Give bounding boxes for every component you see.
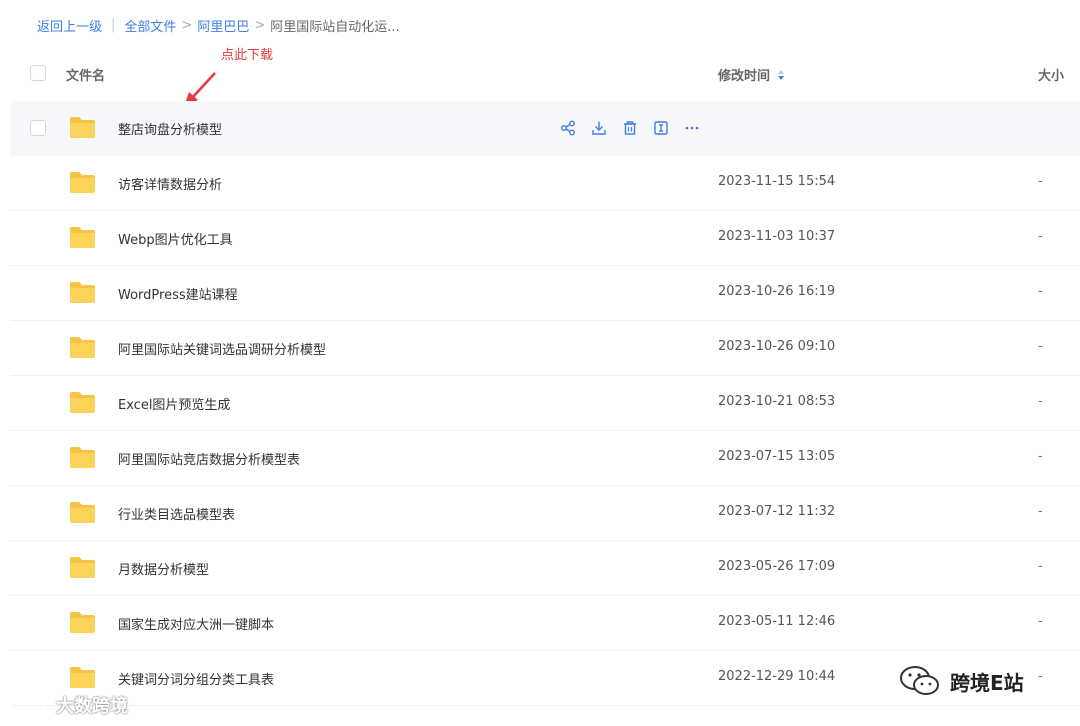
watermark-left-text: 大数跨境	[56, 696, 128, 717]
folder-icon[interactable]	[69, 611, 96, 634]
folder-icon[interactable]	[69, 446, 96, 469]
file-name[interactable]: Excel图片预览生成	[118, 394, 230, 413]
file-size: -	[1038, 669, 1043, 684]
file-row[interactable]: 行业类目选品模型表 2023-07-12 11:32 -	[10, 486, 1080, 541]
file-row[interactable]: WordPress建站课程 2023-10-26 16:19 -	[10, 266, 1080, 321]
file-modified: 2023-07-12 11:32	[718, 504, 836, 519]
breadcrumb-alibaba[interactable]: 阿里巴巴	[197, 16, 249, 35]
file-modified: 2023-11-15 15:54	[718, 174, 836, 189]
download-icon[interactable]	[591, 120, 607, 136]
wechat-icon	[900, 666, 939, 695]
file-name[interactable]: WordPress建站课程	[118, 284, 238, 303]
file-row[interactable]: Excel图片预览生成 2023-10-21 08:53 -	[10, 376, 1080, 431]
file-modified: 2023-11-03 10:37	[718, 229, 836, 244]
row-checkbox[interactable]	[30, 120, 46, 136]
file-row[interactable]: 国家生成对应大洲一键脚本 2023-05-11 12:46 -	[10, 596, 1080, 651]
watermark-logo-icon	[10, 697, 46, 713]
breadcrumb-all-files[interactable]: 全部文件	[124, 16, 176, 35]
breadcrumb-divider: |	[111, 17, 116, 33]
file-modified: 2022-12-29 10:44	[718, 669, 836, 684]
table-header: 文件名 修改时间 大小	[0, 56, 1080, 92]
folder-icon[interactable]	[69, 666, 96, 689]
file-modified: 2023-07-15 13:05	[718, 449, 836, 464]
folder-icon[interactable]	[69, 391, 96, 414]
file-row[interactable]: 阿里国际站关键词选品调研分析模型 2023-10-26 09:10 -	[10, 321, 1080, 376]
folder-icon[interactable]	[69, 501, 96, 524]
back-link[interactable]: 返回上一级	[37, 16, 102, 35]
breadcrumb-current: 阿里国际站自动化运...	[270, 19, 400, 35]
file-modified: 2023-05-26 17:09	[718, 559, 836, 574]
file-row[interactable]: 整店询盘分析模型	[10, 101, 1080, 156]
header-filename[interactable]: 文件名	[66, 65, 105, 84]
file-size: -	[1038, 614, 1043, 629]
file-modified: 2023-10-26 09:10	[718, 339, 836, 354]
file-row[interactable]: 访客详情数据分析 2023-11-15 15:54 -	[10, 156, 1080, 211]
folder-icon[interactable]	[69, 336, 96, 359]
file-name[interactable]: 阿里国际站关键词选品调研分析模型	[118, 339, 326, 358]
file-list: 整店询盘分析模型 访客详情数据分析 2023-11-15 15:54- Webp图片优…	[10, 101, 1080, 706]
file-size: -	[1038, 174, 1043, 189]
rename-icon[interactable]	[653, 120, 669, 136]
file-size: -	[1038, 339, 1043, 354]
row-actions	[560, 120, 700, 136]
breadcrumb-chevron-icon: >	[181, 17, 193, 33]
file-size: -	[1038, 559, 1043, 574]
breadcrumb-chevron-icon: >	[254, 17, 266, 33]
file-row[interactable]: 月数据分析模型 2023-05-26 17:09 -	[10, 541, 1080, 596]
file-modified: 2023-10-26 16:19	[718, 284, 836, 299]
breadcrumb: 返回上一级 | 全部文件 > 阿里巴巴 > 阿里国际站自动化运...	[37, 14, 400, 36]
watermark-right: 跨境E站	[898, 664, 1024, 698]
file-name[interactable]: 整店询盘分析模型	[118, 119, 222, 138]
file-name[interactable]: Webp图片优化工具	[118, 229, 233, 248]
header-modified[interactable]: 修改时间	[718, 65, 785, 84]
sort-icon[interactable]	[778, 69, 785, 80]
share-icon[interactable]	[560, 120, 576, 136]
watermark-right-text: 跨境E站	[950, 670, 1024, 695]
folder-icon[interactable]	[69, 556, 96, 579]
folder-icon[interactable]	[69, 116, 96, 139]
file-name[interactable]: 行业类目选品模型表	[118, 504, 235, 523]
file-name[interactable]: 月数据分析模型	[118, 559, 209, 578]
delete-icon[interactable]	[622, 120, 638, 136]
header-modified-label: 修改时间	[718, 69, 771, 84]
file-row[interactable]: Webp图片优化工具 2023-11-03 10:37 -	[10, 211, 1080, 266]
file-name[interactable]: 国家生成对应大洲一键脚本	[118, 614, 274, 633]
file-name[interactable]: 关键词分词分组分类工具表	[118, 669, 274, 688]
file-modified: 2023-05-11 12:46	[718, 614, 836, 629]
file-size: -	[1038, 284, 1043, 299]
file-row[interactable]: 阿里国际站竞店数据分析模型表 2023-07-15 13:05 -	[10, 431, 1080, 486]
select-all-checkbox[interactable]	[30, 65, 46, 81]
file-modified: 2023-10-21 08:53	[718, 394, 836, 409]
folder-icon[interactable]	[69, 171, 96, 194]
folder-icon[interactable]	[69, 281, 96, 304]
file-size: -	[1038, 449, 1043, 464]
header-size[interactable]: 大小	[1038, 65, 1064, 84]
watermark-left: 大数跨境	[8, 692, 128, 718]
file-size: -	[1038, 229, 1043, 244]
file-name[interactable]: 阿里国际站竞店数据分析模型表	[118, 449, 300, 468]
file-size: -	[1038, 394, 1043, 409]
folder-icon[interactable]	[69, 226, 96, 249]
file-size: -	[1038, 504, 1043, 519]
more-icon[interactable]	[684, 120, 700, 136]
file-name[interactable]: 访客详情数据分析	[118, 174, 222, 193]
